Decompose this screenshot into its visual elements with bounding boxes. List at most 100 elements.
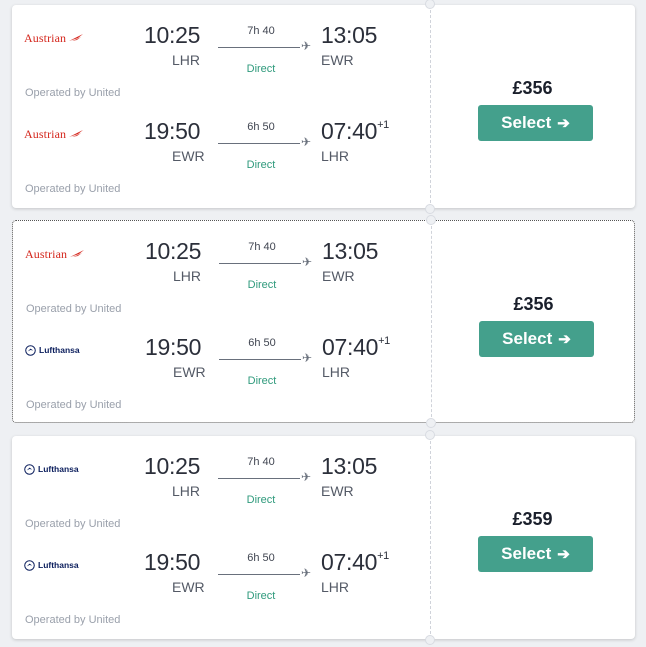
arrival-time-value: 07:40 xyxy=(322,334,379,360)
outbound-leg: Lufthansa 10:25 LHR 7h 40 ✈ Direct 13:05… xyxy=(12,436,422,532)
operated-by: Operated by United xyxy=(25,518,121,530)
arrival-airport: LHR xyxy=(322,364,351,380)
departure-time: 19:50 xyxy=(144,118,201,144)
flight-duration: 7h 40 xyxy=(247,456,275,468)
arrival-time: 13:05 xyxy=(322,238,378,265)
arrow-right-icon: ➔ xyxy=(557,546,570,563)
price: £356 xyxy=(512,78,553,98)
lufthansa-crane-icon xyxy=(24,559,35,571)
route-line xyxy=(219,359,301,360)
departure-airport: EWR xyxy=(173,364,206,380)
arrow-right-icon: ➔ xyxy=(558,331,571,348)
return-leg: Austrian 19:50 EWR 6h 50 ✈ Direct 07:40+… xyxy=(12,101,422,197)
outbound-leg: Austrian 10:25 LHR 7h 40 ✈ Direct 13:05 … xyxy=(13,221,423,317)
stops-label: Direct xyxy=(246,494,276,506)
day-offset: +1 xyxy=(378,335,391,348)
flight-result-card[interactable]: Lufthansa 10:25 LHR 7h 40 ✈ Direct 13:05… xyxy=(12,430,635,645)
return-leg: Lufthansa 19:50 EWR 6h 50 ✈ Direct 07:40… xyxy=(13,317,423,413)
airline-name: Lufthansa xyxy=(39,345,80,355)
austrian-flag-icon xyxy=(69,34,84,41)
select-button[interactable]: Select ➔ xyxy=(478,105,593,141)
card-divider xyxy=(430,436,431,639)
stops-label: Direct xyxy=(246,159,276,171)
plane-icon: ✈ xyxy=(301,39,312,53)
lufthansa-crane-icon xyxy=(24,463,35,475)
airline-name: Austrian xyxy=(25,246,68,261)
austrian-flag-icon xyxy=(69,130,84,137)
operated-by: Operated by United xyxy=(26,399,122,411)
arrival-airport: EWR xyxy=(322,268,355,284)
flight-duration: 6h 50 xyxy=(247,552,275,564)
arrival-time-value: 13:05 xyxy=(321,22,378,48)
flight-duration: 7h 40 xyxy=(248,241,276,253)
flight-result-card[interactable]: Austrian 10:25 LHR 7h 40 ✈ Direct 13:05 … xyxy=(12,215,635,428)
select-button[interactable]: Select ➔ xyxy=(478,536,593,572)
arrival-time: 13:05 xyxy=(321,22,377,49)
airline-logo-lufthansa: Lufthansa xyxy=(24,462,79,476)
stops-label: Direct xyxy=(246,63,276,75)
select-button-label: Select xyxy=(501,113,552,132)
airline-name: Lufthansa xyxy=(38,464,79,474)
plane-icon: ✈ xyxy=(301,135,312,149)
select-button-label: Select xyxy=(501,544,552,563)
departure-time: 19:50 xyxy=(144,549,201,575)
arrival-time: 13:05 xyxy=(321,453,377,480)
airline-name: Austrian xyxy=(24,30,67,45)
departure-time: 10:25 xyxy=(145,238,202,264)
flight-duration: 6h 50 xyxy=(247,121,275,133)
plane-icon: ✈ xyxy=(302,255,313,269)
route-line xyxy=(218,478,300,479)
airline-logo-austrian: Austrian xyxy=(24,30,84,45)
price: £359 xyxy=(512,509,553,529)
departure-airport: LHR xyxy=(172,483,201,499)
card-divider xyxy=(430,5,431,208)
operated-by: Operated by United xyxy=(25,614,121,626)
price: £356 xyxy=(513,294,554,314)
arrival-airport: LHR xyxy=(321,579,350,595)
select-button[interactable]: Select ➔ xyxy=(479,321,594,357)
arrival-time-value: 07:40 xyxy=(321,118,378,144)
day-offset: +1 xyxy=(377,550,390,563)
arrival-time-value: 13:05 xyxy=(321,453,378,479)
ticket-notch xyxy=(425,204,435,214)
airline-logo-austrian: Austrian xyxy=(24,127,84,141)
route-line xyxy=(219,263,301,264)
ticket-notch xyxy=(426,215,436,225)
arrival-airport: EWR xyxy=(321,483,354,499)
flight-result-card[interactable]: Austrian 10:25 LHR 7h 40 ✈ Direct 13:05 … xyxy=(12,0,635,214)
flight-duration: 7h 40 xyxy=(247,25,275,37)
arrival-time: 07:40+1 xyxy=(322,334,390,361)
select-button-label: Select xyxy=(502,329,553,348)
route-line xyxy=(218,143,300,144)
route-line xyxy=(218,47,300,48)
airline-logo-austrian: Austrian xyxy=(25,246,85,261)
stops-label: Direct xyxy=(246,590,276,602)
austrian-flag-icon xyxy=(70,250,85,257)
departure-airport: LHR xyxy=(173,268,202,284)
flight-duration: 6h 50 xyxy=(248,337,276,349)
ticket-notch xyxy=(425,635,435,645)
departure-airport: EWR xyxy=(172,579,205,595)
arrival-time: 07:40+1 xyxy=(321,549,389,576)
airline-logo-lufthansa: Lufthansa xyxy=(25,343,80,357)
ticket-notch xyxy=(425,0,435,9)
arrival-time-value: 07:40 xyxy=(321,549,378,575)
airline-logo-lufthansa: Lufthansa xyxy=(24,558,79,572)
return-leg: Lufthansa 19:50 EWR 6h 50 ✈ Direct 07:40… xyxy=(12,532,422,628)
arrival-airport: LHR xyxy=(321,148,350,164)
card-divider xyxy=(431,221,432,422)
departure-time: 10:25 xyxy=(144,22,201,48)
airline-name: Lufthansa xyxy=(38,560,79,570)
plane-icon: ✈ xyxy=(301,470,312,484)
departure-airport: LHR xyxy=(172,52,201,68)
outbound-leg: Austrian 10:25 LHR 7h 40 ✈ Direct 13:05 … xyxy=(12,5,422,101)
operated-by: Operated by United xyxy=(25,87,121,99)
operated-by: Operated by United xyxy=(26,303,122,315)
operated-by: Operated by United xyxy=(25,183,121,195)
route-line xyxy=(218,574,300,575)
departure-time: 19:50 xyxy=(145,334,202,360)
arrival-airport: EWR xyxy=(321,52,354,68)
day-offset: +1 xyxy=(377,119,390,132)
arrival-time-value: 13:05 xyxy=(322,238,379,264)
lufthansa-crane-icon xyxy=(25,344,36,356)
